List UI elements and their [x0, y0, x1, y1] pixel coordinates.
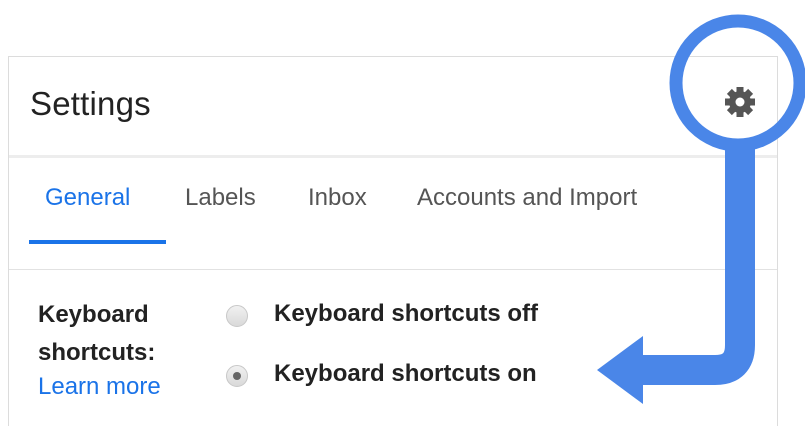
tab-accounts-and-import[interactable]: Accounts and Import: [417, 184, 637, 212]
radio-off[interactable]: [226, 305, 248, 327]
gear-icon: [725, 87, 755, 117]
page-title: Settings: [30, 85, 151, 122]
active-tab-indicator: [29, 240, 166, 244]
settings-gear-button[interactable]: [717, 79, 763, 125]
tab-labels[interactable]: Labels: [185, 184, 256, 212]
settings-tabs: General Labels Inbox Accounts and Import: [9, 158, 777, 268]
radio-on[interactable]: [226, 365, 248, 387]
keyboard-shortcuts-setting: Keyboard shortcuts: Learn more Keyboard …: [9, 270, 777, 427]
settings-panel: Settings General Labels Inbox Accounts a…: [8, 56, 778, 426]
tab-inbox[interactable]: Inbox: [308, 184, 367, 212]
option-label-off: Keyboard shortcuts off: [274, 300, 539, 327]
setting-label: Keyboard shortcuts:: [38, 301, 156, 366]
settings-header: Settings: [9, 57, 777, 155]
learn-more-link[interactable]: Learn more: [38, 373, 161, 401]
tab-general[interactable]: General: [45, 184, 130, 212]
option-label-on: Keyboard shortcuts on: [274, 360, 537, 387]
